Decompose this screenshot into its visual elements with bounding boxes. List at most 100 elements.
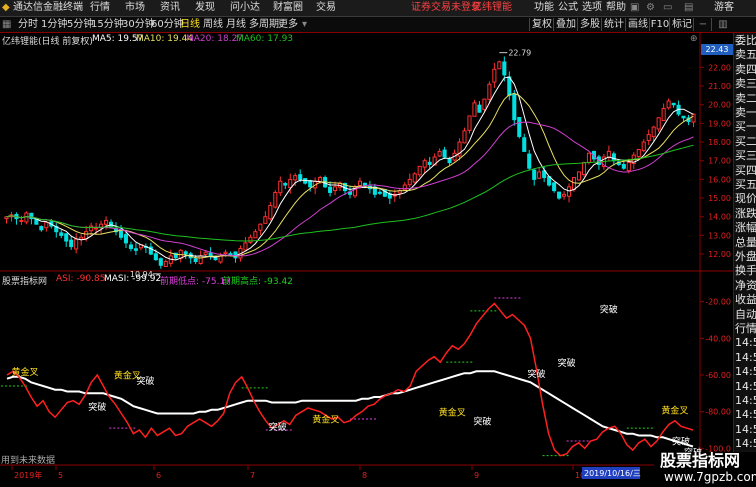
candle-body [477,104,482,113]
more-arrow-icon[interactable]: ▾ [302,18,307,31]
user-icon[interactable]: ▣ [630,1,639,15]
candle-body [308,180,313,188]
candle-body [94,227,99,230]
menu-jiaoyi[interactable]: 交易 [316,1,336,15]
side-panel-label: 卖四 [735,62,756,76]
candle-body [19,219,24,222]
quote-side-panel: 委比 卖五 卖四 卖三 卖二 卖一 买一 买二 买三 买四 买五 现价 涨跌 涨幅 总量 外盘 换手 净资 收益 自动… [733,33,756,487]
tool-diejia[interactable]: 叠加 [553,18,578,31]
candle-body [522,137,527,152]
period-daily[interactable]: 日线 [180,18,200,31]
candle-body [333,186,338,192]
menu-gongneng[interactable]: 功能 [534,1,554,15]
app-logo-icon: ◆ [2,2,10,13]
period-weekly[interactable]: 周线 [203,18,223,31]
candle-body [581,162,587,176]
sub-axis-label: -80.00 [705,408,731,417]
break-label: 突破 [88,401,106,413]
grid-icon[interactable]: ▦ [2,18,11,31]
menu-bangzhu[interactable]: 帮助 [606,1,626,15]
legend-prev-high: 前期高点: -93.42 [222,277,293,287]
candle-body [357,180,363,187]
menu-caifuquan[interactable]: 财富圈 [273,1,303,15]
app-title: 通达信金融终端 [13,2,83,13]
candle-body [233,251,238,259]
gold-cross-label: 黄金叉 [12,366,39,378]
legend-asi: ASI: -90.85 [56,274,106,284]
sub-chart: -20.00-40.00-60.00-80.00-100.0黄金叉 黄金叉黄金叉黄… [1,297,731,459]
candle-body [651,126,656,138]
candle-body [69,239,74,248]
candle-body [671,102,676,106]
tool-f10[interactable]: F10 [649,18,670,31]
candle-body [487,83,492,100]
tool-config-icon[interactable]: ▥ [711,18,734,31]
gold-cross-label: 黄金叉 [661,405,688,417]
tool-huaxian[interactable]: 画线 [625,18,650,31]
period-30min[interactable]: 30分钟 [122,18,155,31]
candle-body [218,255,223,263]
candle-body [198,255,203,264]
legend-ma20: MA20: 18.27 [186,34,244,44]
side-panel-label: 总量 [735,235,756,249]
side-panel-label: 14:5 [735,437,756,451]
period-more[interactable]: 更多 [278,18,298,31]
price-axis-label: 16.00 [708,175,731,184]
candle-body [661,107,666,122]
price-axis-label: 21.00 [708,82,731,91]
period-monthly[interactable]: 月线 [226,18,246,31]
period-1min[interactable]: 1分钟 [41,18,67,31]
sub-axis-label: -40.00 [705,334,731,343]
side-panel-label: 买一 [735,120,756,134]
menu-zixun[interactable]: 资讯 [160,1,180,15]
period-60min[interactable]: 60分钟 [151,18,184,31]
side-panel-label: 买二 [735,134,756,148]
candle-body [223,251,228,255]
side-panel-label: 卖二 [735,91,756,105]
period-multi[interactable]: 多周期 [249,18,279,31]
candle-body [562,193,567,197]
menu-faxian[interactable]: 发现 [195,1,215,15]
period-15min[interactable]: 15分钟 [91,18,124,31]
date-label: 8 [362,471,367,480]
tool-tongji[interactable]: 统计 [601,18,626,31]
period-fenshi[interactable]: 分时 [18,18,38,31]
candle-body [681,115,686,119]
tool-duogu[interactable]: 多股 [577,18,602,31]
side-panel-label: 14:5 [735,422,756,436]
candle-body [163,261,168,267]
candle-body [377,191,382,194]
tool-minus-icon[interactable]: − [693,18,712,31]
menu-hangqing[interactable]: 行情 [90,1,110,15]
price-axis-label: 12.00 [708,250,731,259]
side-panel-label: 14:5 [735,336,756,350]
skin-icon[interactable]: ▤ [684,1,693,15]
menu-gongshi[interactable]: 公式 [558,1,578,15]
candle-body [278,180,283,194]
break-label: 突破 [269,421,287,433]
minimize-icon[interactable]: ▭ [663,1,672,15]
candle-body [79,236,84,240]
tool-fuquan[interactable]: 复权 [529,18,554,31]
side-panel-label: 14:5 [735,350,756,364]
date-axis: 2019年 5 6 7 8 9 102019/10/16/三 [11,465,641,480]
guest-label[interactable]: 游客 [714,1,734,15]
menu-xuanxiang[interactable]: 选项 [582,1,602,15]
candle-body [153,253,158,261]
candle-body [532,169,537,180]
settings-icon[interactable]: ⚙ [646,1,655,15]
chart-expand-icon[interactable]: ⊕ [690,34,698,44]
tool-biaoji[interactable]: 标记 [669,18,694,31]
gold-cross-label: 黄金叉 [439,406,466,418]
candle-body [422,160,427,168]
price-axis-label: 20.00 [708,101,731,110]
side-panel-label: 14:5 [735,379,756,393]
candle-body [133,248,138,251]
login-status[interactable]: 证券交易未登录 [411,1,481,15]
period-5min[interactable]: 5分钟 [67,18,93,31]
price-axis-label: 19.00 [708,119,731,128]
menu-wenxiaoda[interactable]: 问小达 [230,1,260,15]
candle-body [492,68,497,83]
menu-shichang[interactable]: 市场 [125,1,145,15]
candle-body [482,98,487,110]
